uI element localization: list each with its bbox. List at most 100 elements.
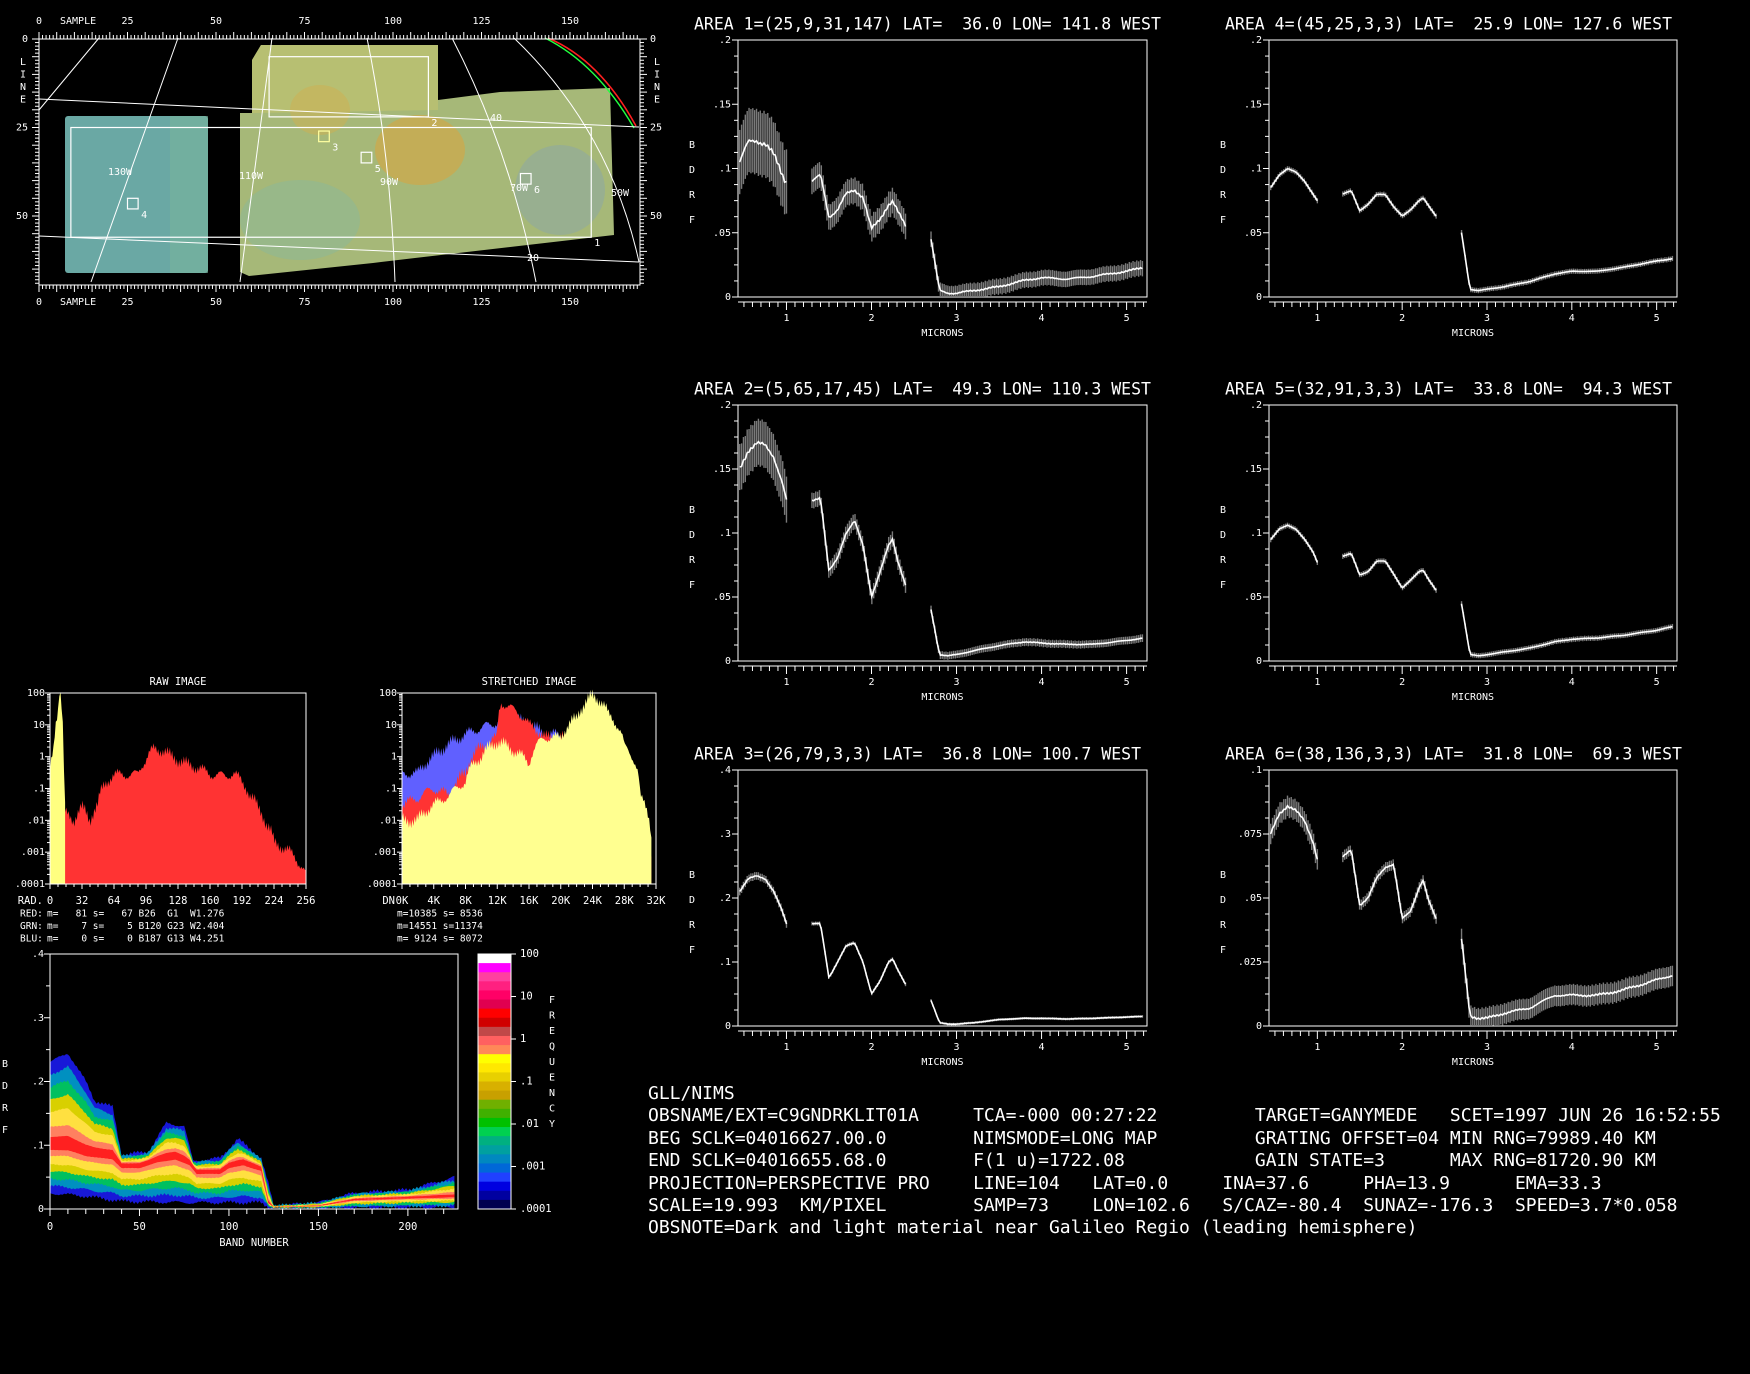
- nims-mode: NIMSMODE=LONG MAP: [973, 1127, 1158, 1149]
- histogram-red-channel: [50, 743, 306, 884]
- spectrum-plot-area-1: AREA 1=(25,9,31,147) LAT= 36.0 LON= 141.…: [689, 15, 1161, 340]
- y-axis-letter: R: [1220, 555, 1227, 566]
- mean-spectrum-line: [930, 609, 1143, 657]
- y-tick-label: 100: [27, 688, 45, 699]
- mean-spectrum-line: [811, 496, 907, 600]
- x-tick-label: 0: [47, 1221, 53, 1233]
- y-tick-label: 0: [1256, 656, 1262, 667]
- y-axis-letter: F: [689, 215, 695, 226]
- area-label: 2: [431, 118, 437, 129]
- x-axis-label: MICRONS: [1452, 1057, 1494, 1068]
- y-axis-letter: D: [1220, 895, 1226, 906]
- x-tick-label: 100: [219, 1221, 238, 1233]
- y-tick-label: 0: [725, 292, 731, 303]
- colorbar-swatch: [478, 1099, 511, 1110]
- line-axis-letter: E: [20, 95, 26, 106]
- colorbar-tick-label: .1: [520, 1076, 533, 1088]
- colorbar-swatch: [478, 1136, 511, 1146]
- channel-stats: m= 7 s= 5 B120 G23 W2.404: [47, 921, 225, 932]
- colorbar-axis-letter: C: [549, 1104, 555, 1115]
- sample-tick-label: 50: [210, 297, 222, 308]
- line-tick-label: 50: [650, 211, 662, 222]
- line-axis-letter: L: [20, 57, 26, 68]
- x-axis-prefix: DN: [382, 895, 395, 907]
- mean-spectrum-line: [1270, 524, 1319, 563]
- colorbar-swatch: [478, 1117, 511, 1128]
- y-tick-label: .01: [379, 815, 397, 826]
- y-tick-label: .15: [1244, 464, 1262, 475]
- x-axis-label: MICRONS: [1452, 328, 1494, 339]
- sample-tick-label: 50: [210, 16, 222, 27]
- y-tick-label: .075: [1238, 829, 1262, 840]
- colorbar-swatch: [478, 1172, 511, 1183]
- x-tick-label: 3: [954, 1042, 960, 1053]
- colorbar-axis-letter: E: [549, 1026, 555, 1037]
- mean-spectrum-line: [1342, 189, 1437, 217]
- x-tick-label: 4: [1039, 313, 1045, 324]
- x-tick-label: 2: [1399, 677, 1405, 688]
- colorbar-swatch: [478, 1190, 511, 1201]
- y-axis-letter: B: [1220, 140, 1226, 151]
- y-axis-letter: D: [1220, 530, 1226, 541]
- colorbar-swatch: [478, 1199, 511, 1210]
- gain-state: GAIN STATE=3: [1254, 1150, 1385, 1172]
- histogram-yellow-channel: [50, 691, 66, 884]
- colorbar-swatch: [478, 954, 511, 964]
- x-axis-label: MICRONS: [1452, 692, 1494, 703]
- y-axis-letter: B: [689, 140, 695, 151]
- line-axis-letter: E: [654, 95, 660, 106]
- colorbar-tick-label: .001: [520, 1161, 545, 1173]
- x-tick-label: 224: [265, 895, 284, 907]
- y-tick-label: 1: [39, 752, 45, 763]
- sample-tick-label: 25: [121, 297, 133, 308]
- band-frequency-plot: 0 .1 .2 .3 .4 BDRF 0 50 100 150 200 BAND NUMBER: [2, 949, 459, 1249]
- x-axis-label: BAND NUMBER: [219, 1237, 289, 1249]
- line-axis-letter: L: [654, 57, 660, 68]
- line-tick-label: 0: [650, 34, 656, 45]
- colorbar-swatch: [478, 1017, 511, 1028]
- x-tick-label: 2: [868, 313, 874, 324]
- colorbar-swatch: [478, 1145, 511, 1155]
- y-tick-label: .1: [1250, 765, 1262, 776]
- y-axis-letter: R: [1220, 190, 1227, 201]
- y-tick-label: .1: [385, 784, 397, 795]
- sample-tick-label: 100: [384, 297, 402, 308]
- y-tick-label: .1: [32, 1140, 44, 1151]
- colorbar-axis-letter: E: [549, 1073, 555, 1084]
- colorbar-swatch: [478, 1054, 511, 1064]
- scale: SCALE=19.993 KM/PIXEL: [648, 1194, 887, 1216]
- x-tick-label: 200: [398, 1221, 417, 1233]
- spectrum-plot-area-3: AREA 3=(26,79,3,3) LAT= 36.8 LON= 100.7 …: [689, 745, 1148, 1068]
- sample-tick-label: 25: [121, 16, 133, 27]
- y-tick-label: 0: [725, 1021, 731, 1032]
- y-tick-label: .05: [713, 228, 731, 239]
- incidence-angle: INA=37.6: [1222, 1172, 1310, 1194]
- y-tick-label: .05: [1244, 592, 1262, 603]
- lat-label: 40: [490, 113, 502, 124]
- colorbar-swatch: [478, 1181, 511, 1192]
- speed: SPEED=3.7*0.058: [1514, 1194, 1678, 1216]
- y-tick-label: 0: [1256, 1021, 1262, 1032]
- lon-label: 110W: [239, 171, 264, 182]
- plot-frame: [1268, 39, 1678, 298]
- mean-spectrum-line: [1460, 232, 1673, 292]
- sample-axis-label: SAMPLE: [60, 16, 96, 27]
- spectrum-plot-area-5: AREA 5=(32,91,3,3) LAT= 33.8 LON= 94.3 W…: [1220, 380, 1678, 703]
- sample-tick-label: 150: [561, 16, 579, 27]
- stretched-stats: m=10385 s= 8536: [397, 909, 483, 920]
- sample-tick-label: 125: [472, 297, 490, 308]
- x-tick-label: 3: [954, 313, 960, 324]
- line-tick-label: 25: [650, 123, 662, 134]
- plot-title: AREA 5=(32,91,3,3) LAT= 33.8 LON= 94.3 W…: [1225, 380, 1672, 399]
- x-tick-label: 5: [1124, 677, 1130, 688]
- bright-patch: [375, 115, 465, 185]
- colorbar-tick-label: .0001: [520, 1203, 552, 1215]
- line-axis-letter: N: [654, 82, 660, 93]
- x-tick-label: 64: [108, 895, 121, 907]
- y-tick-label: .15: [1244, 99, 1262, 110]
- line-tick-label: 25: [16, 123, 28, 134]
- colorbar-tick-label: .01: [520, 1118, 539, 1130]
- center-sample: SAMP=73: [973, 1194, 1049, 1216]
- x-axis-label: MICRONS: [921, 692, 963, 703]
- channel-stats: m= 81 s= 67 B26 G1 W1.276: [47, 909, 225, 920]
